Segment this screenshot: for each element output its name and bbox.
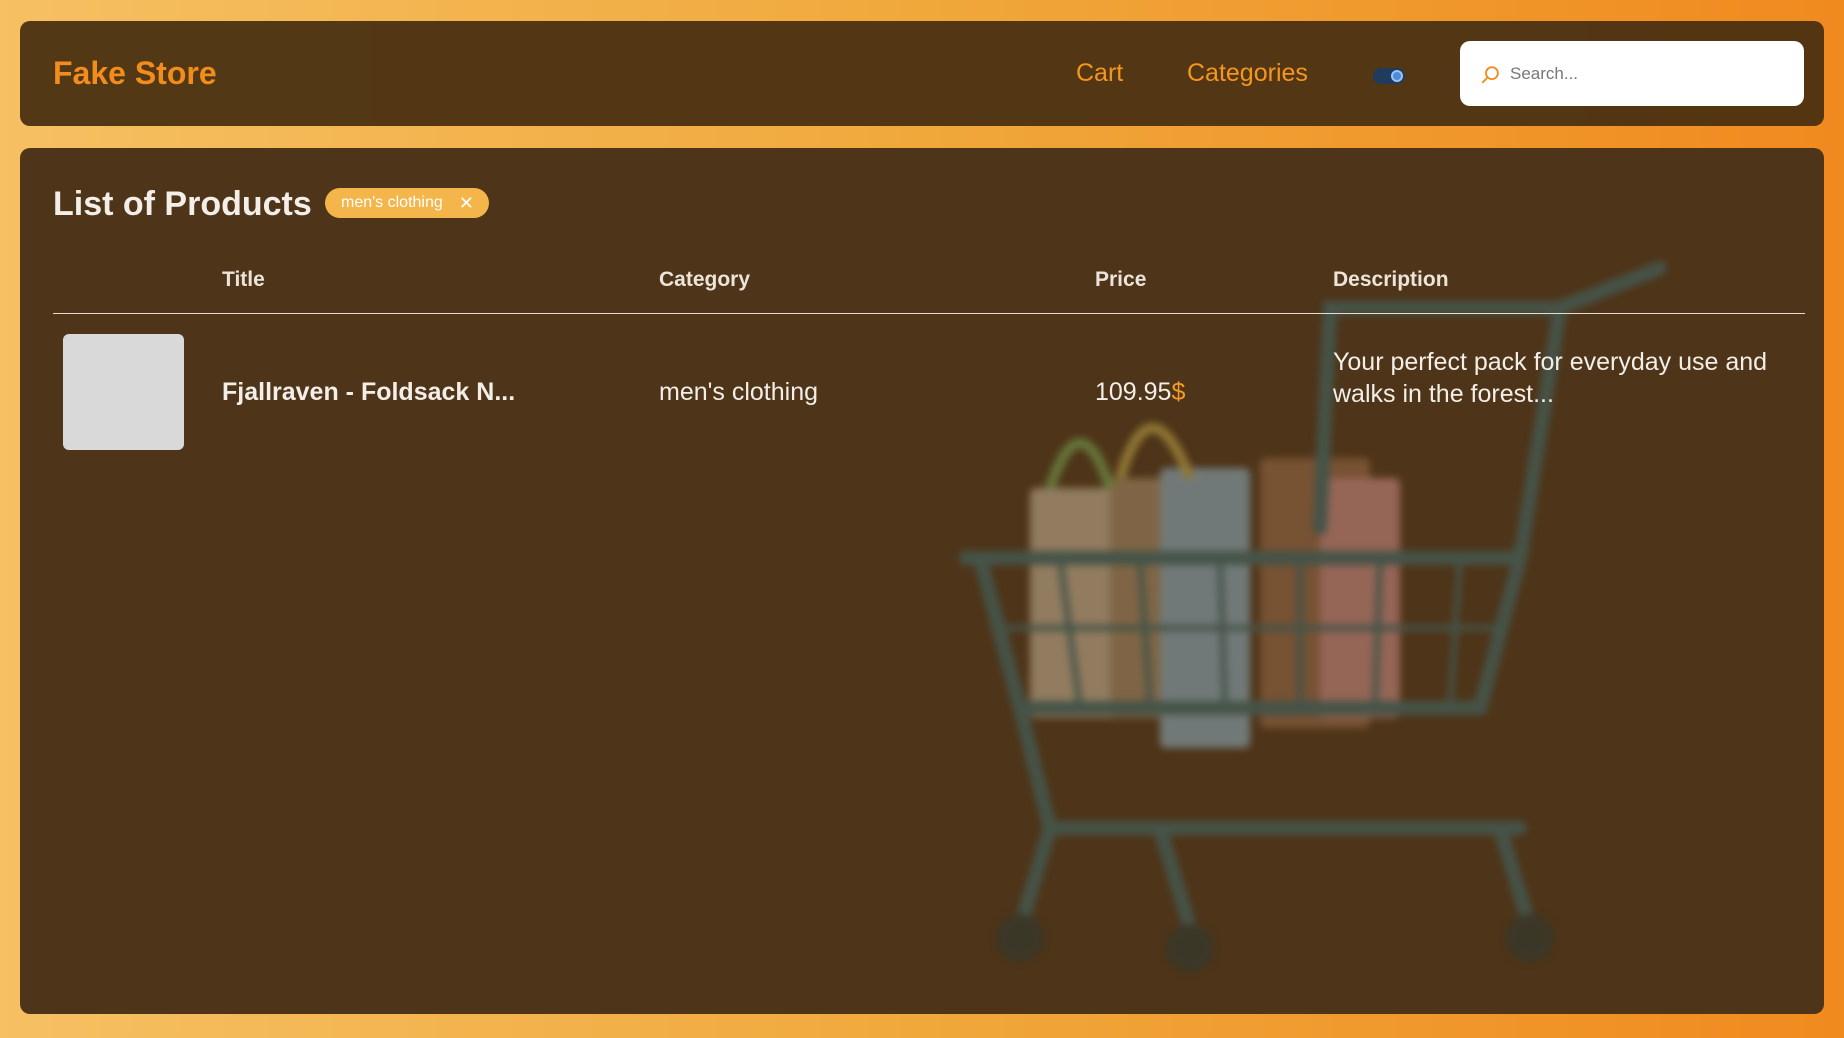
nav-cart-link[interactable]: Cart — [1076, 59, 1123, 88]
product-image-placeholder[interactable] — [63, 334, 184, 450]
search-input[interactable] — [1510, 59, 1790, 89]
top-navbar: Fake Store Cart Categories — [20, 21, 1824, 126]
table-header-divider — [53, 313, 1805, 314]
search-icon — [1481, 66, 1499, 84]
close-icon[interactable]: ✕ — [459, 194, 474, 212]
column-header-description[interactable]: Description — [1333, 268, 1449, 292]
products-panel: List of Products men's clothing ✕ Title … — [20, 148, 1824, 1014]
brand-logo[interactable]: Fake Store — [53, 55, 217, 92]
product-description: Your perfect pack for everyday use and w… — [1333, 348, 1768, 408]
table-row[interactable]: Fjallraven - Foldsack N... men's clothin… — [53, 334, 1805, 454]
column-header-title[interactable]: Title — [222, 268, 265, 292]
theme-toggle[interactable] — [1373, 68, 1405, 84]
column-header-category[interactable]: Category — [659, 268, 750, 292]
search-box[interactable] — [1460, 41, 1804, 106]
product-category: men's clothing — [659, 378, 819, 406]
currency-symbol: $ — [1171, 378, 1186, 406]
price-value: 109.95 — [1095, 378, 1172, 406]
product-price: 109.95$ — [1095, 378, 1185, 407]
toggle-knob — [1391, 70, 1403, 82]
page-title: List of Products — [53, 185, 312, 223]
filter-chip-label: men's clothing — [341, 194, 443, 211]
active-filter-chip[interactable]: men's clothing ✕ — [325, 188, 489, 218]
nav-categories-link[interactable]: Categories — [1187, 59, 1308, 88]
column-header-price[interactable]: Price — [1095, 268, 1146, 292]
product-title[interactable]: Fjallraven - Foldsack N... — [222, 378, 515, 407]
